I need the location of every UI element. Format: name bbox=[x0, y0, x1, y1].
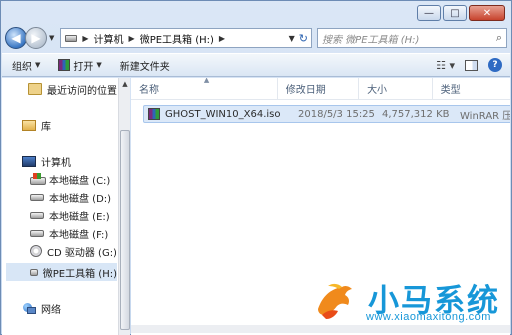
search-input[interactable]: 搜索 微PE工具箱 (H:) ⌕ bbox=[317, 28, 507, 48]
minimize-button[interactable]: — bbox=[417, 5, 441, 21]
chevron-right-icon[interactable]: ▶ bbox=[82, 34, 88, 43]
column-type-label: 类型 bbox=[440, 85, 461, 96]
open-button[interactable]: 打开 ▼ bbox=[58, 58, 102, 73]
maximize-button[interactable]: □ bbox=[443, 5, 467, 21]
winrar-icon bbox=[58, 59, 71, 71]
address-row: ◀ ▶ ▼ ▶ 计算机 ▶ 微PE工具箱 (H:) ▶ ▼ ↻ 搜索 微PE工具… bbox=[5, 25, 507, 51]
nav-item-library[interactable]: 库 bbox=[22, 116, 51, 134]
column-modified-label: 修改日期 bbox=[285, 85, 326, 96]
nav-item-drive-d[interactable]: 本地磁盘 (D:) bbox=[30, 188, 111, 206]
address-dropdown-icon[interactable]: ▼ bbox=[289, 34, 295, 43]
drive-icon bbox=[30, 268, 38, 276]
column-header-size[interactable]: 大小 bbox=[359, 78, 433, 99]
nav-item-recent[interactable]: 最近访问的位置 bbox=[28, 80, 117, 98]
breadcrumb-computer[interactable]: 计算机 bbox=[94, 31, 124, 46]
column-name-label: 名称 bbox=[139, 85, 159, 96]
nav-item-label: 微PE工具箱 (H:) bbox=[42, 268, 117, 280]
nav-item-label: 网络 bbox=[41, 304, 61, 316]
address-bar[interactable]: ▶ 计算机 ▶ 微PE工具箱 (H:) ▶ ▼ ↻ bbox=[60, 28, 312, 48]
system-drive-icon bbox=[30, 173, 46, 185]
horse-logo-icon bbox=[318, 283, 352, 319]
help-icon[interactable]: ? bbox=[488, 58, 502, 72]
nav-item-label: 本地磁盘 (F:) bbox=[49, 229, 109, 241]
breadcrumb-drive[interactable]: 微PE工具箱 (H:) bbox=[140, 31, 214, 46]
nav-item-label: CD 驱动器 (G:) bbox=[47, 247, 117, 259]
search-placeholder: 搜索 微PE工具箱 (H:) bbox=[322, 34, 420, 46]
new-folder-button[interactable]: 新建文件夹 bbox=[120, 58, 170, 73]
nav-item-label: 计算机 bbox=[41, 157, 71, 169]
column-headers: 名称 ▲ 修改日期 大小 类型 bbox=[131, 78, 510, 100]
chevron-down-icon: ▼ bbox=[35, 61, 41, 69]
chevron-down-icon: ▼ bbox=[96, 61, 102, 69]
nav-item-label: 本地磁盘 (C:) bbox=[49, 175, 111, 187]
column-header-type[interactable]: 类型 bbox=[433, 78, 510, 99]
nav-item-label: 库 bbox=[41, 121, 51, 133]
network-icon bbox=[22, 302, 36, 314]
back-arrow-icon[interactable]: ◀ bbox=[5, 27, 27, 49]
nav-scrollbar[interactable]: ▲ bbox=[118, 78, 130, 335]
organize-button[interactable]: 组织 ▼ bbox=[12, 58, 40, 73]
column-size-label: 大小 bbox=[367, 85, 388, 96]
file-modified: 2018/5/3 15:25 bbox=[298, 108, 375, 120]
recent-places-icon bbox=[28, 83, 42, 95]
sort-ascending-icon: ▲ bbox=[203, 78, 210, 84]
preview-pane-icon[interactable] bbox=[465, 59, 478, 71]
new-folder-label: 新建文件夹 bbox=[119, 61, 170, 73]
drive-icon bbox=[30, 229, 44, 237]
nav-item-cd-drive[interactable]: CD 驱动器 (G:) bbox=[30, 242, 117, 260]
views-icon[interactable]: ☷ ▾ bbox=[436, 59, 455, 72]
nav-item-label: 本地磁盘 (D:) bbox=[49, 193, 112, 205]
nav-item-label: 最近访问的位置 bbox=[47, 85, 117, 97]
nav-item-computer[interactable]: 计算机 bbox=[22, 152, 71, 170]
scroll-up-arrow-icon[interactable]: ▲ bbox=[119, 78, 131, 90]
explorer-window: — □ ✕ ◀ ▶ ▼ ▶ 计算机 ▶ 微PE工具箱 (H:) ▶ ▼ ↻ 搜索… bbox=[0, 0, 512, 335]
recent-pages-dropdown-icon[interactable]: ▼ bbox=[49, 34, 54, 42]
open-label: 打开 bbox=[73, 61, 94, 73]
nav-item-drive-c[interactable]: 本地磁盘 (C:) bbox=[30, 170, 110, 188]
search-icon[interactable]: ⌕ bbox=[496, 31, 502, 45]
nav-item-drive-h[interactable]: 微PE工具箱 (H:) bbox=[6, 263, 117, 281]
nav-item-network[interactable]: 网络 bbox=[22, 299, 61, 317]
library-icon bbox=[22, 119, 36, 131]
computer-icon bbox=[22, 155, 36, 167]
command-bar: 组织 ▼ 打开 ▼ 新建文件夹 ☷ ▾ ? bbox=[2, 53, 510, 77]
file-size: 4,757,312 KB bbox=[382, 108, 450, 120]
file-type: WinRAR 压缩 bbox=[460, 110, 510, 122]
nav-item-label: 本地磁盘 (E:) bbox=[49, 211, 110, 223]
cd-drive-icon bbox=[30, 245, 42, 257]
chevron-right-icon[interactable]: ▶ bbox=[129, 34, 135, 43]
navigation-pane: 最近访问的位置 库 计算机 本地磁盘 (C:) 本地磁盘 (D:) 本地磁盘 (… bbox=[2, 78, 130, 335]
nav-item-drive-e[interactable]: 本地磁盘 (E:) bbox=[30, 206, 110, 224]
column-header-name[interactable]: 名称 ▲ bbox=[131, 78, 278, 99]
nav-item-drive-f[interactable]: 本地磁盘 (F:) bbox=[30, 224, 108, 242]
forward-arrow-icon[interactable]: ▶ bbox=[25, 27, 47, 49]
refresh-icon[interactable]: ↻ bbox=[299, 32, 308, 45]
drive-icon bbox=[65, 34, 78, 42]
watermark-logo: 小马系统 www.xiaomaxitong.com bbox=[306, 269, 506, 329]
watermark-url: www.xiaomaxitong.com bbox=[366, 311, 491, 323]
column-header-modified[interactable]: 修改日期 bbox=[278, 78, 360, 99]
drive-icon bbox=[30, 211, 44, 219]
table-row[interactable]: GHOST_WIN10_X64.iso 2018/5/3 15:25 4,757… bbox=[143, 105, 510, 123]
organize-label: 组织 bbox=[12, 61, 32, 73]
close-button[interactable]: ✕ bbox=[469, 5, 505, 21]
caption-buttons: — □ ✕ bbox=[417, 5, 505, 21]
drive-icon bbox=[30, 193, 44, 201]
scroll-thumb[interactable] bbox=[120, 130, 130, 330]
file-name: GHOST_WIN10_X64.iso bbox=[165, 108, 281, 120]
winrar-archive-icon bbox=[148, 108, 160, 120]
chevron-right-icon[interactable]: ▶ bbox=[219, 34, 225, 43]
